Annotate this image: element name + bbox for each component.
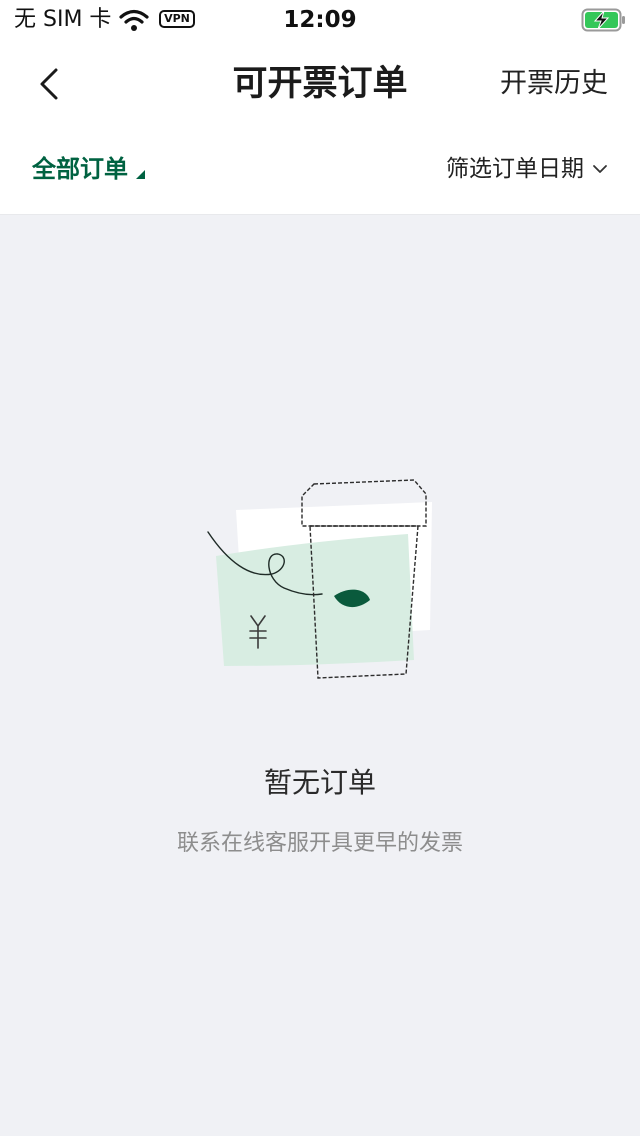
back-chevron-icon[interactable] (24, 60, 72, 108)
navigation-bar: 可开票订单 开票历史 (0, 40, 640, 132)
chevron-down-icon (593, 165, 607, 173)
status-bar: 无 SIM 卡 VPN 12:09 (0, 0, 640, 40)
all-orders-label: 全部订单 (32, 155, 128, 183)
empty-state-subtitle: 联系在线客服开具更早的发票 (176, 831, 463, 856)
date-filter-dropdown[interactable]: 筛选订单日期 (446, 152, 608, 186)
header-area: 无 SIM 卡 VPN 12:09 可开票订单 开票历史 全部订单 筛选订单日期 (0, 0, 640, 215)
empty-state-title: 暂无订单 (263, 766, 376, 799)
filter-bar: 全部订单 筛选订单日期 (0, 138, 640, 204)
battery-charging-icon (581, 8, 625, 32)
corner-triangle-icon (136, 170, 145, 179)
invoice-history-button[interactable]: 开票历史 (500, 66, 608, 102)
date-filter-label: 筛选订单日期 (446, 156, 584, 182)
empty-orders-illustration (207, 479, 432, 679)
status-time: 12:09 (283, 7, 357, 33)
all-orders-filter[interactable]: 全部订单 (32, 152, 145, 186)
